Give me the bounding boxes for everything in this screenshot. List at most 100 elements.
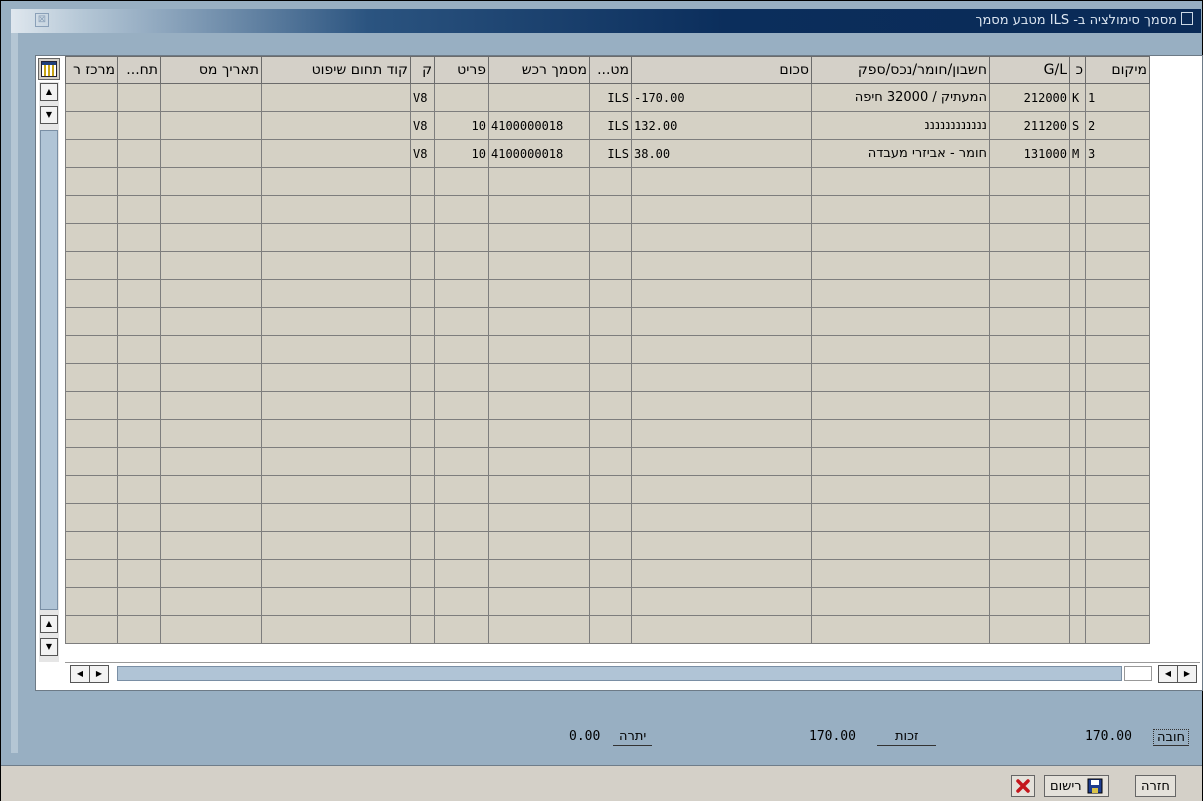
table-cell[interactable]	[1085, 167, 1150, 196]
table-cell[interactable]	[65, 559, 118, 588]
table-cell[interactable]	[631, 475, 812, 504]
table-cell[interactable]	[117, 419, 161, 448]
empty-row[interactable]	[65, 559, 1150, 588]
table-cell[interactable]	[811, 587, 990, 616]
table-cell[interactable]	[1069, 559, 1086, 588]
table-cell[interactable]	[410, 559, 435, 588]
table-cell[interactable]	[1069, 167, 1086, 196]
table-cell[interactable]	[160, 587, 262, 616]
table-cell[interactable]	[488, 531, 590, 560]
table-cell[interactable]	[117, 363, 161, 392]
table-cell[interactable]	[261, 83, 411, 112]
table-cell[interactable]	[117, 447, 161, 476]
table-cell[interactable]	[65, 111, 118, 140]
table-cell[interactable]	[488, 223, 590, 252]
table-cell[interactable]	[410, 195, 435, 224]
table-cell[interactable]	[65, 83, 118, 112]
empty-row[interactable]	[65, 363, 1150, 392]
cancel-button[interactable]	[1011, 775, 1035, 797]
table-cell[interactable]	[65, 447, 118, 476]
table-cell[interactable]	[160, 195, 262, 224]
table-cell[interactable]	[1085, 475, 1150, 504]
empty-row[interactable]	[65, 223, 1150, 252]
table-cell[interactable]: V8	[410, 111, 435, 140]
table-cell[interactable]	[488, 615, 590, 644]
table-cell[interactable]: 10	[434, 111, 489, 140]
table-cell[interactable]	[410, 391, 435, 420]
table-cell[interactable]	[989, 195, 1070, 224]
table-cell[interactable]	[589, 251, 632, 280]
table-cell[interactable]	[589, 475, 632, 504]
empty-row[interactable]	[65, 475, 1150, 504]
table-cell[interactable]	[811, 391, 990, 420]
table-cell[interactable]	[410, 503, 435, 532]
table-cell[interactable]	[811, 307, 990, 336]
table-cell[interactable]: S	[1069, 111, 1086, 140]
table-cell[interactable]	[434, 307, 489, 336]
table-cell[interactable]: M	[1069, 139, 1086, 168]
table-cell[interactable]	[989, 251, 1070, 280]
table-cell[interactable]: K	[1069, 83, 1086, 112]
empty-row[interactable]	[65, 251, 1150, 280]
table-cell[interactable]	[65, 223, 118, 252]
table-cell[interactable]: 3	[1085, 139, 1150, 168]
table-cell[interactable]: ננננננננננננ	[811, 111, 990, 140]
table-cell[interactable]	[1069, 223, 1086, 252]
table-cell[interactable]	[1085, 419, 1150, 448]
scroll-left-icon[interactable]: ◀	[71, 666, 89, 682]
table-cell[interactable]	[989, 391, 1070, 420]
table-cell[interactable]: 2	[1085, 111, 1150, 140]
table-cell[interactable]	[117, 391, 161, 420]
col-header[interactable]: כ	[1069, 56, 1086, 84]
table-cell[interactable]	[811, 335, 990, 364]
table-cell[interactable]	[989, 363, 1070, 392]
table-cell[interactable]	[1085, 503, 1150, 532]
table-cell[interactable]	[410, 167, 435, 196]
table-cell[interactable]	[434, 531, 489, 560]
table-cell[interactable]	[631, 391, 812, 420]
table-cell[interactable]	[1085, 195, 1150, 224]
table-cell[interactable]	[631, 363, 812, 392]
table-cell[interactable]	[488, 475, 590, 504]
vertical-scrollbar[interactable]: ▲ ▼ ▲ ▼	[39, 82, 59, 662]
table-cell[interactable]	[631, 195, 812, 224]
table-cell[interactable]	[488, 503, 590, 532]
scroll-right-end-icon[interactable]: ▶	[1177, 666, 1196, 682]
table-cell[interactable]	[261, 251, 411, 280]
table-cell[interactable]: 1	[1085, 83, 1150, 112]
table-cell[interactable]	[434, 391, 489, 420]
scroll-up-icon[interactable]: ▲	[40, 83, 58, 101]
table-cell[interactable]	[1069, 419, 1086, 448]
table-cell[interactable]	[989, 419, 1070, 448]
empty-row[interactable]	[65, 195, 1150, 224]
table-cell[interactable]	[410, 587, 435, 616]
table-cell[interactable]	[65, 307, 118, 336]
table-cell[interactable]	[261, 503, 411, 532]
scroll-down-icon[interactable]: ▼	[40, 106, 58, 124]
table-cell[interactable]	[989, 503, 1070, 532]
table-cell[interactable]	[160, 363, 262, 392]
table-cell[interactable]	[589, 587, 632, 616]
table-cell[interactable]	[1069, 587, 1086, 616]
table-cell[interactable]	[117, 503, 161, 532]
table-cell[interactable]	[160, 335, 262, 364]
table-cell[interactable]	[811, 615, 990, 644]
table-cell[interactable]	[160, 419, 262, 448]
table-cell[interactable]	[631, 251, 812, 280]
table-cell[interactable]	[117, 139, 161, 168]
table-cell[interactable]	[1069, 531, 1086, 560]
table-cell[interactable]	[434, 419, 489, 448]
table-cell[interactable]	[989, 223, 1070, 252]
table-cell[interactable]	[117, 223, 161, 252]
table-cell[interactable]	[589, 279, 632, 308]
table-cell[interactable]	[434, 447, 489, 476]
table-cell[interactable]	[410, 447, 435, 476]
col-header[interactable]: פריט	[434, 56, 489, 84]
table-cell[interactable]	[811, 419, 990, 448]
table-cell[interactable]	[811, 195, 990, 224]
scroll-left-end-icon[interactable]: ◀	[1159, 666, 1177, 682]
table-cell[interactable]	[989, 279, 1070, 308]
table-cell[interactable]	[65, 587, 118, 616]
table-cell[interactable]	[65, 335, 118, 364]
table-cell[interactable]	[160, 559, 262, 588]
